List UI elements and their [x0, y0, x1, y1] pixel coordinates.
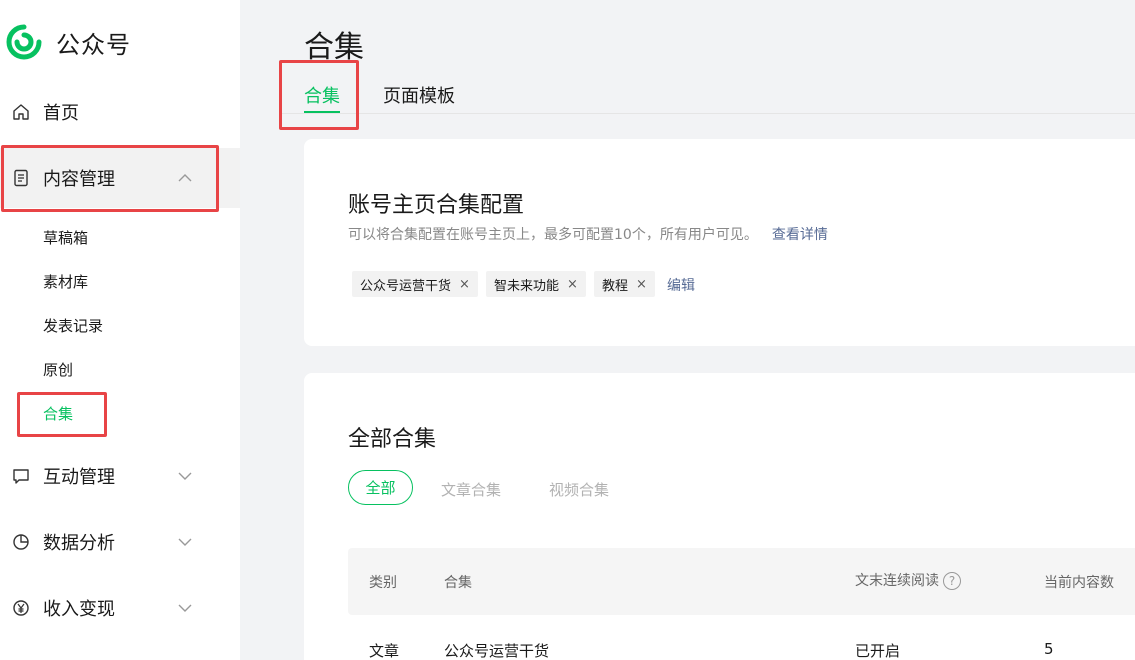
sidebar-item-content-management[interactable]: 内容管理	[0, 148, 240, 208]
chat-icon	[12, 467, 30, 485]
tab-page-templates[interactable]: 页面模板	[383, 82, 455, 108]
remove-tag-icon[interactable]: ×	[459, 277, 470, 292]
column-header-type: 类别	[369, 575, 397, 591]
chevron-down-icon[interactable]	[177, 534, 193, 550]
view-details-link[interactable]: 查看详情	[772, 227, 828, 243]
section-description: 可以将合集配置在账号主页上，最多可配置10个，所有用户可见。 查看详情	[348, 224, 828, 244]
sidebar: 公众号 首页 内容管理 草稿箱 素材库 发表记录 原创 合集 互动管理 数据分析	[0, 0, 240, 660]
column-header-continuous-reading: 文末连续阅读?	[855, 570, 961, 590]
filter-article-collections[interactable]: 文章合集	[441, 479, 501, 500]
table-cell-continuous-status: 已开启	[855, 642, 901, 660]
pie-chart-icon	[12, 533, 30, 551]
tab-collections[interactable]: 合集	[304, 82, 340, 108]
page-title: 合集	[304, 30, 364, 65]
column-header-label: 文末连续阅读	[855, 573, 939, 589]
app-name: 公众号	[56, 30, 131, 59]
help-icon[interactable]: ?	[943, 572, 961, 590]
sidebar-item-label: 数据分析	[43, 533, 115, 554]
table-cell-collection-name[interactable]: 公众号运营干货	[444, 640, 549, 660]
section-title: 账号主页合集配置	[348, 193, 525, 218]
collection-tag: 教程 ×	[594, 271, 655, 297]
tag-label: 智未来功能	[494, 278, 560, 294]
yen-icon	[12, 599, 30, 617]
sidebar-item-home[interactable]: 首页	[0, 82, 240, 142]
sidebar-subitem-collections[interactable]: 合集	[43, 403, 73, 424]
document-icon	[12, 169, 30, 187]
active-tab-indicator	[304, 111, 340, 113]
filter-all[interactable]: 全部	[348, 470, 413, 505]
wechat-official-logo-icon	[6, 24, 42, 60]
collection-tag: 公众号运营干货 ×	[352, 271, 478, 297]
sidebar-item-label: 首页	[43, 103, 79, 124]
tag-label: 教程	[602, 278, 629, 294]
homepage-collection-config-card: 账号主页合集配置 可以将合集配置在账号主页上，最多可配置10个，所有用户可见。查…	[304, 139, 1135, 346]
sidebar-subitem-original[interactable]: 原创	[43, 359, 73, 380]
sidebar-item-label: 互动管理	[43, 467, 115, 488]
section-title: 全部合集	[348, 427, 437, 452]
collection-tag: 智未来功能 ×	[486, 271, 586, 297]
sidebar-item-interaction[interactable]: 互动管理	[0, 446, 240, 506]
sidebar-item-monetization[interactable]: 收入变现	[0, 578, 240, 638]
sidebar-subitem-publish-records[interactable]: 发表记录	[43, 315, 103, 336]
home-icon	[12, 103, 30, 121]
table-cell-content-count: 5	[1044, 640, 1054, 658]
sidebar-subitem-materials[interactable]: 素材库	[43, 271, 88, 292]
app-logo[interactable]: 公众号	[6, 24, 131, 60]
tag-label: 公众号运营干货	[360, 278, 452, 294]
sidebar-item-label: 收入变现	[43, 599, 115, 620]
filter-video-collections[interactable]: 视频合集	[549, 479, 609, 500]
chevron-down-icon[interactable]	[177, 468, 193, 484]
chevron-down-icon[interactable]	[177, 600, 193, 616]
column-header-content-count: 当前内容数	[1044, 575, 1114, 591]
remove-tag-icon[interactable]: ×	[567, 277, 578, 292]
edit-tags-link[interactable]: 编辑	[667, 275, 695, 295]
tab-bar: 合集 页面模板	[280, 64, 1135, 114]
sidebar-item-label: 内容管理	[43, 169, 115, 190]
all-collections-card: 全部合集 全部 文章合集 视频合集 类别 合集 文末连续阅读? 当前内容数 文章…	[304, 373, 1135, 660]
sidebar-subitem-drafts[interactable]: 草稿箱	[43, 227, 88, 248]
table-header: 类别 合集 文末连续阅读? 当前内容数	[348, 548, 1135, 615]
remove-tag-icon[interactable]: ×	[636, 277, 647, 292]
chevron-up-icon[interactable]	[177, 170, 193, 186]
description-text: 可以将合集配置在账号主页上，最多可配置10个，所有用户可见。	[348, 227, 758, 243]
column-header-collection: 合集	[444, 575, 472, 591]
sidebar-item-analytics[interactable]: 数据分析	[0, 512, 240, 572]
table-cell-type: 文章	[369, 642, 400, 660]
